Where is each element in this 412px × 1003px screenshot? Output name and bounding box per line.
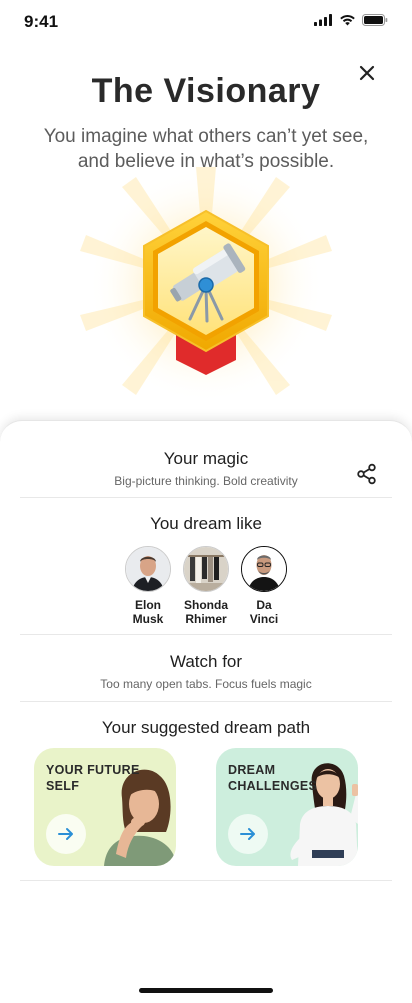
home-indicator [139,988,273,993]
dream-challenges-label: DREAM CHALLENGES [228,763,318,793]
future-self-card[interactable]: YOUR FUTURE SELF [34,748,176,866]
page-title: The Visionary [91,72,321,110]
future-self-label: YOUR FUTURE SELF [46,763,140,793]
share-icon [357,463,376,485]
person-item[interactable]: Elon Musk [125,546,171,626]
magic-section: Your magic Big-picture thinking. Bold cr… [20,421,392,498]
future-self-arrow-button[interactable] [46,814,86,854]
dream-like-section: You dream like Elon Musk Shonda Rhimer D… [20,498,392,635]
visionary-badge [76,165,336,405]
magic-subtitle: Big-picture thinking. Bold creativity [114,474,298,488]
dream-challenges-arrow-button[interactable] [228,814,268,854]
wifi-icon [340,14,355,26]
person-item[interactable]: Da Vinci [241,546,287,626]
avatar [241,546,287,592]
watch-for-subtitle: Too many open tabs. Focus fuels magic [100,677,312,691]
dream-like-title: You dream like [150,514,262,533]
status-bar: 9:41 [0,0,412,44]
dream-path-cards: YOUR FUTURE SELF DREAM CHALLENGES [34,748,378,868]
magic-title: Your magic [163,449,249,468]
cellular-signal-icon [314,14,332,26]
person-name: Da Vinci [249,598,279,626]
dream-challenges-card[interactable]: DREAM CHALLENGES [216,748,358,866]
status-time: 9:41 [24,12,59,31]
avatar [125,546,171,592]
result-card: Your magic Big-picture thinking. Bold cr… [0,420,412,1003]
watch-for-title: Watch for [169,652,243,671]
person-name: Shonda Rhimer [184,598,228,626]
arrow-right-icon [58,828,73,840]
share-button[interactable] [356,463,378,485]
watch-for-section: Watch for Too many open tabs. Focus fuel… [20,635,392,702]
battery-icon [362,14,388,26]
avatar [183,546,229,592]
arrow-right-icon [240,828,255,840]
status-icons [314,14,388,26]
dream-path-title: Your suggested dream path [101,718,311,737]
person-name: Elon Musk [132,598,164,626]
person-item[interactable]: Shonda Rhimer [183,546,229,626]
people-list: Elon Musk Shonda Rhimer Da Vinci [20,546,392,626]
